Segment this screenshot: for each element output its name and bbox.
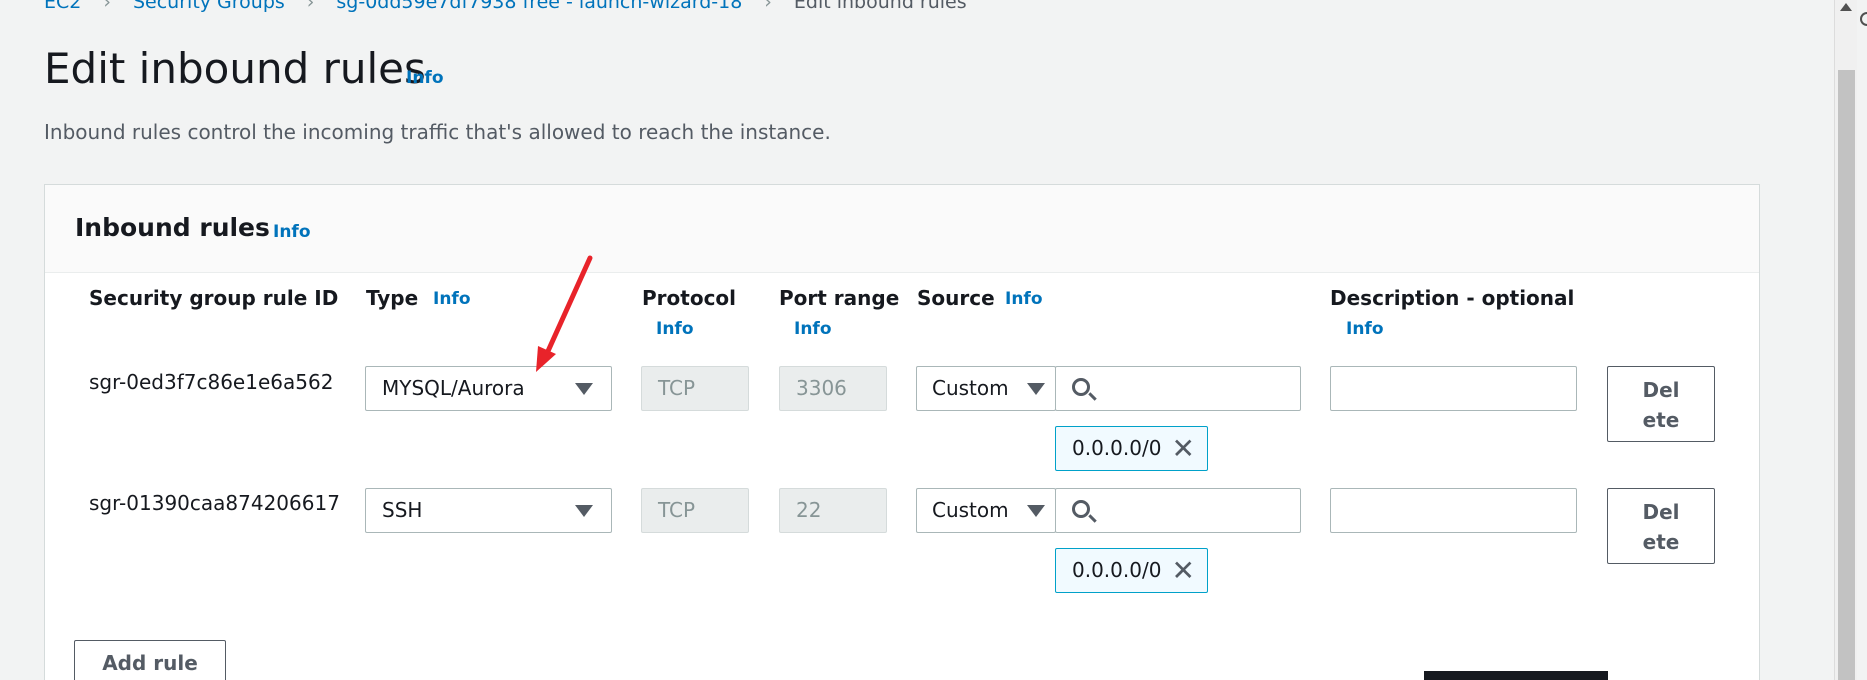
breadcrumb-security-group[interactable]: sg-0dd59e7df7938 free - launch-wizard-18 xyxy=(336,0,742,13)
type-info-link[interactable]: Info xyxy=(433,289,471,309)
col-rule-id: Security group rule ID xyxy=(89,286,339,310)
protocol-info-link[interactable]: Info xyxy=(656,319,694,339)
scrollbar-thumb[interactable] xyxy=(1838,70,1855,680)
col-source: Source xyxy=(917,286,995,310)
caret-down-icon xyxy=(575,505,593,517)
panel-info-link[interactable]: Info xyxy=(273,222,311,242)
source-type-value: Custom xyxy=(932,498,1009,522)
search-icon xyxy=(1072,500,1090,518)
col-description: Description - optional xyxy=(1330,286,1575,310)
caret-down-icon xyxy=(1027,383,1045,395)
source-type-select[interactable]: Custom xyxy=(916,488,1056,533)
caret-down-icon xyxy=(575,383,593,395)
description-input[interactable] xyxy=(1330,366,1577,411)
source-token: 0.0.0.0/0 ✕ xyxy=(1055,548,1208,593)
source-type-value: Custom xyxy=(932,376,1009,400)
source-search-input[interactable] xyxy=(1055,366,1301,411)
panel-title: Inbound rules xyxy=(75,213,270,242)
search-icon xyxy=(1072,378,1090,396)
source-type-select[interactable]: Custom xyxy=(916,366,1056,411)
close-icon[interactable]: ✕ xyxy=(1172,427,1195,470)
type-select[interactable]: SSH xyxy=(365,488,612,533)
type-select[interactable]: MYSQL/Aurora xyxy=(365,366,612,411)
breadcrumb-current: Edit inbound rules xyxy=(793,0,967,13)
rule-id: sgr-0ed3f7c86e1e6a562 xyxy=(89,370,334,394)
protocol-field: TCP xyxy=(641,488,749,533)
refresh-icon xyxy=(1860,12,1867,26)
chevron-right-icon: › xyxy=(764,0,772,13)
chevron-right-icon: › xyxy=(103,0,111,13)
description-input[interactable] xyxy=(1330,488,1577,533)
port-range-value: 3306 xyxy=(796,376,847,400)
col-protocol: Protocol xyxy=(642,286,737,310)
breadcrumb-security-groups[interactable]: Security Groups xyxy=(133,0,285,13)
source-token-value: 0.0.0.0/0 xyxy=(1072,558,1162,582)
close-icon[interactable]: ✕ xyxy=(1172,549,1195,592)
source-token-value: 0.0.0.0/0 xyxy=(1072,436,1162,460)
protocol-value: TCP xyxy=(658,498,696,522)
type-value: SSH xyxy=(382,498,423,522)
port-range-info-link[interactable]: Info xyxy=(794,319,832,339)
panel-header: Inbound rules Info xyxy=(45,185,1759,273)
tooltip-edge xyxy=(1424,671,1608,680)
title-info-link[interactable]: Info xyxy=(406,68,444,88)
caret-down-icon xyxy=(1027,505,1045,517)
delete-button[interactable]: Delete xyxy=(1607,488,1715,564)
protocol-value: TCP xyxy=(658,376,696,400)
source-search-input[interactable] xyxy=(1055,488,1301,533)
chevron-right-icon: › xyxy=(306,0,315,13)
col-type: Type xyxy=(366,286,419,310)
add-rule-button[interactable]: Add rule xyxy=(74,640,226,680)
scroll-up-icon[interactable] xyxy=(1840,3,1852,11)
delete-button[interactable]: Delete xyxy=(1607,366,1715,442)
description-info-link[interactable]: Info xyxy=(1346,319,1384,339)
rule-id: sgr-01390caa874206617 xyxy=(89,491,340,515)
source-info-link[interactable]: Info xyxy=(1005,289,1043,309)
port-range-field: 3306 xyxy=(779,366,887,411)
protocol-field: TCP xyxy=(641,366,749,411)
port-range-field: 22 xyxy=(779,488,887,533)
port-range-value: 22 xyxy=(796,498,822,522)
breadcrumb: EC2 › Security Groups › sg-0dd59e7df7938 fre… xyxy=(44,0,967,13)
page-title: Edit inbound rules xyxy=(44,44,426,93)
breadcrumb-ec2[interactable]: EC2 xyxy=(44,0,81,13)
page-description: Inbound rules control the incoming traff… xyxy=(44,120,831,144)
col-port-range: Port range xyxy=(779,286,900,310)
source-token: 0.0.0.0/0 ✕ xyxy=(1055,426,1208,471)
type-value: MYSQL/Aurora xyxy=(382,376,525,400)
inbound-rules-panel: Inbound rules Info xyxy=(44,184,1760,680)
